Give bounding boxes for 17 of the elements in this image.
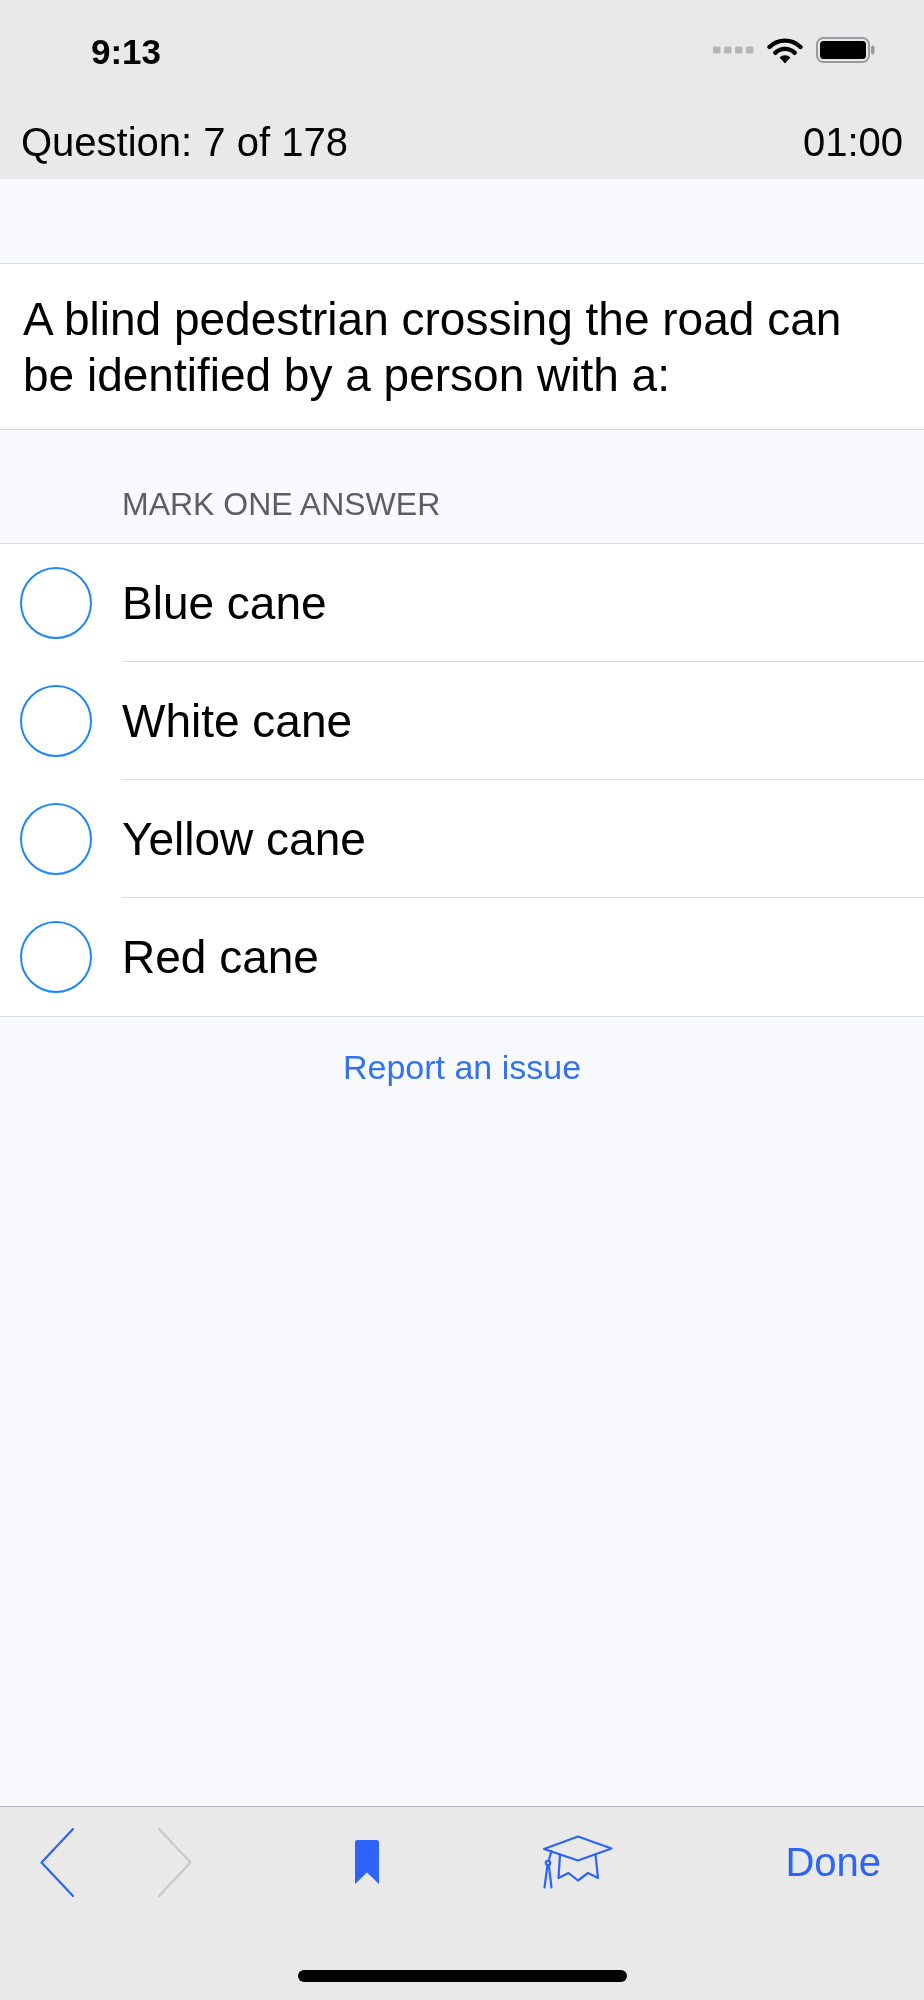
graduation-cap-icon bbox=[542, 1835, 613, 1889]
signal-icon bbox=[713, 46, 754, 54]
question-counter: Question: 7 of 178 bbox=[21, 118, 348, 165]
option-label[interactable]: White cane bbox=[122, 693, 353, 748]
chevron-left-icon bbox=[40, 1827, 74, 1897]
option-label[interactable]: Blue cane bbox=[122, 575, 327, 630]
chevron-right-icon bbox=[158, 1827, 192, 1897]
report-link[interactable]: Report an issue bbox=[342, 1048, 582, 1086]
question-text: A blind pedestrian crossing the road can be identified by a person with a: bbox=[23, 292, 843, 403]
battery-icon bbox=[816, 37, 875, 63]
instruction-label: MARK ONE ANSWER bbox=[122, 485, 441, 524]
option-label[interactable]: Yellow cane bbox=[122, 811, 366, 866]
wifi-icon bbox=[767, 36, 803, 64]
status-time: 9:13 bbox=[91, 32, 162, 72]
timer: 01:00 bbox=[802, 118, 903, 165]
done-button[interactable]: Done bbox=[785, 1839, 881, 1885]
option-label[interactable]: Red cane bbox=[122, 930, 319, 984]
